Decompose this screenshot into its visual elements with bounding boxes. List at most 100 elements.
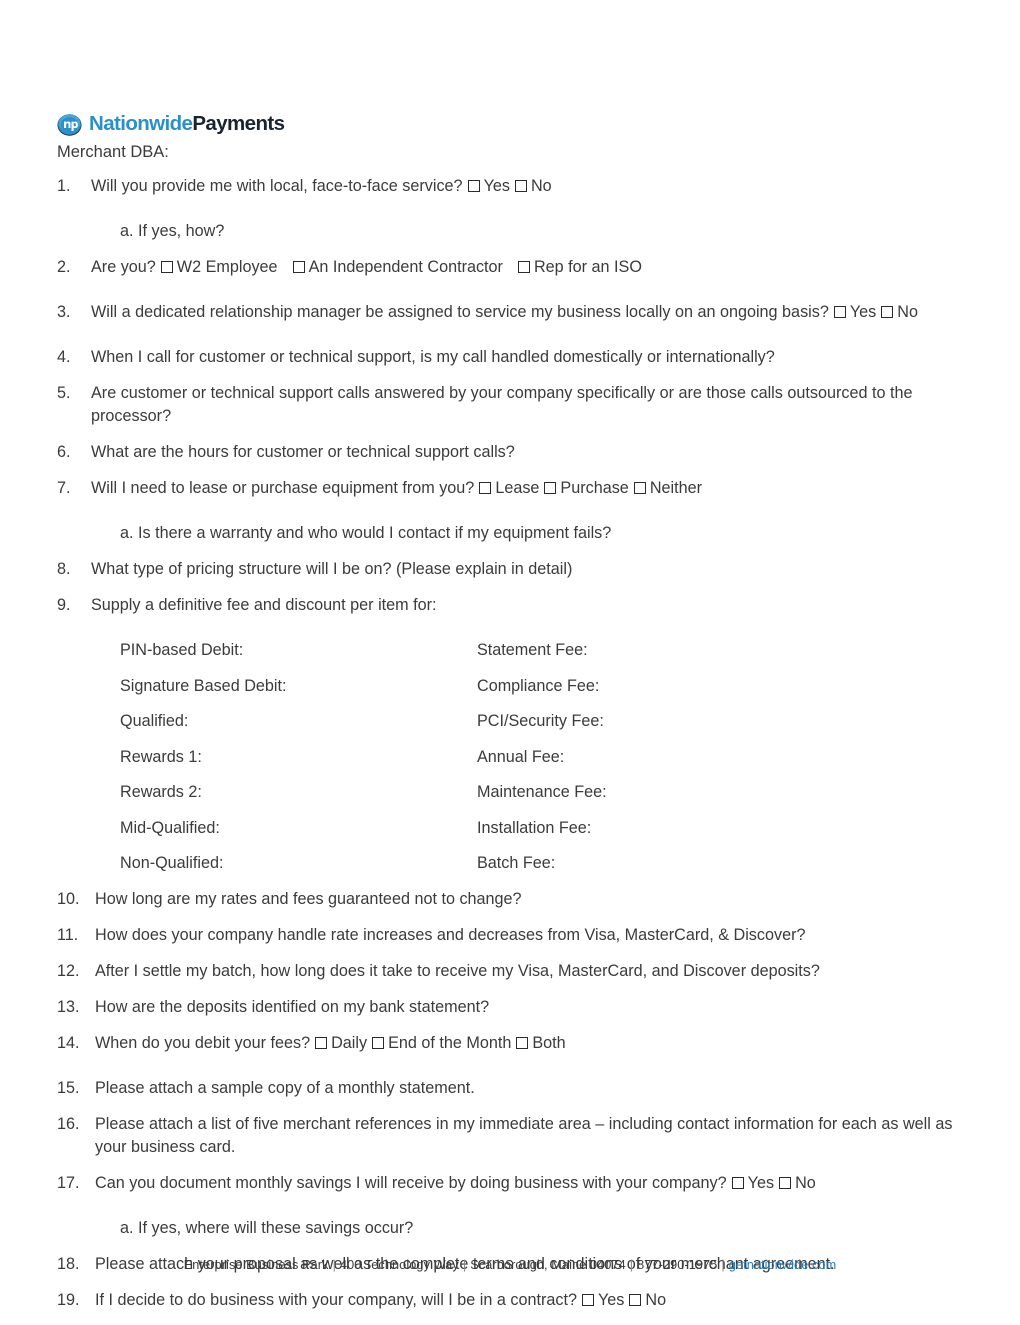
question-2: 2. Are you? W2 Employee An Independent Cont… xyxy=(57,256,962,279)
question-17a: a. If yes, where will these savings occu… xyxy=(120,1218,414,1237)
question-1-number: 1. xyxy=(57,177,71,196)
question-7a: a. Is there a warranty and who would I c… xyxy=(120,524,612,543)
question-5-text: Are customer or technical support calls … xyxy=(91,384,913,426)
checkbox-q2-w2-employee-label: W2 Employee xyxy=(176,258,278,277)
question-8-number: 8. xyxy=(57,560,71,579)
question-1: 1. Will you provide me with local, face-t… xyxy=(57,175,962,198)
question-3: 3. Will a dedicated relationship manager … xyxy=(57,301,962,324)
question-15: 15. Please attach a sample copy of a mont… xyxy=(57,1077,962,1100)
checkbox-q17-no[interactable] xyxy=(779,1176,792,1189)
question-7-text: Will I need to lease or purchase equipme… xyxy=(91,479,475,498)
question-13-number: 13. xyxy=(57,997,80,1016)
checkbox-q2-w2-employee[interactable] xyxy=(160,261,173,274)
question-11-text: How does your company handle rate increa… xyxy=(95,925,806,944)
question-14-number: 14. xyxy=(57,1033,80,1052)
question-13: 13. How are the deposits identified on my… xyxy=(57,996,962,1019)
question-15-number: 15. xyxy=(57,1078,80,1097)
checkbox-q14-daily[interactable] xyxy=(315,1036,328,1049)
question-12: 12. After I settle my batch, how long doe… xyxy=(57,960,962,983)
question-16: 16. Please attach a list of five merchant… xyxy=(57,1113,962,1159)
checkbox-q14-both[interactable] xyxy=(516,1036,529,1049)
question-3-number: 3. xyxy=(57,303,71,322)
merchant-dba-label: Merchant DBA: xyxy=(57,143,169,161)
checkbox-q3-no[interactable] xyxy=(881,306,894,319)
checkbox-q19-yes[interactable] xyxy=(581,1293,594,1306)
question-19: 19. If I decide to do business with your … xyxy=(57,1289,962,1312)
fee-schedule-table: PIN-based Debit: Statement Fee: Signatur… xyxy=(57,639,962,875)
fee-label-compliance-fee: Compliance Fee: xyxy=(477,676,600,695)
footer-phone: 877-290-1975 xyxy=(637,1258,718,1272)
checkbox-q7-neither[interactable] xyxy=(633,482,646,495)
checkbox-q7-lease-label: Lease xyxy=(495,479,540,498)
footer-website-link[interactable]: getnationwide.com xyxy=(729,1258,837,1272)
footer-separator: | xyxy=(462,1258,467,1272)
question-17: 17. Can you document monthly savings I wi… xyxy=(57,1172,962,1195)
footer-separator: | xyxy=(721,1258,725,1272)
fee-row: Rewards 1: Annual Fee: xyxy=(57,746,962,769)
footer-separator: | xyxy=(629,1258,634,1272)
question-10: 10. How long are my rates and fees guaran… xyxy=(57,888,962,911)
question-2-text: Are you? xyxy=(91,258,156,277)
question-7: 7. Will I need to lease or purchase equip… xyxy=(57,477,962,500)
checkbox-q1-yes[interactable] xyxy=(467,180,480,193)
checkbox-q19-no[interactable] xyxy=(629,1293,642,1306)
question-4-text: When I call for customer or technical su… xyxy=(91,348,775,367)
footer-separator: | xyxy=(332,1258,336,1272)
fee-label-non-qualified: Non-Qualified: xyxy=(120,854,224,873)
company-logo: NationwidePayments xyxy=(57,112,962,136)
checkbox-q7-purchase[interactable] xyxy=(544,482,557,495)
checkbox-q1-no-label: No xyxy=(530,177,552,196)
checkbox-q19-no-label: No xyxy=(645,1290,667,1309)
question-9-text: Supply a definitive fee and discount per… xyxy=(91,596,437,615)
question-12-number: 12. xyxy=(57,961,80,980)
question-9-number: 9. xyxy=(57,596,71,615)
question-1-text: Will you provide me with local, face-to-… xyxy=(91,177,463,196)
checkbox-q19-yes-label: Yes xyxy=(597,1290,625,1309)
question-4-number: 4. xyxy=(57,348,71,367)
checkbox-q2-independent-contractor-label: An Independent Contractor xyxy=(308,258,503,277)
fee-label-installation-fee: Installation Fee: xyxy=(477,818,592,837)
fee-label-pin-based-debit: PIN-based Debit: xyxy=(120,641,244,660)
question-8-text: What type of pricing structure will I be… xyxy=(91,560,573,579)
checkbox-q14-end-of-month[interactable] xyxy=(372,1036,385,1049)
fee-label-qualified: Qualified: xyxy=(120,712,189,731)
document-body: NationwidePayments Merchant DBA: 1. Will … xyxy=(57,112,962,1325)
question-19-text: If I decide to do business with your com… xyxy=(95,1290,577,1309)
checkbox-q3-yes-label: Yes xyxy=(849,303,877,322)
question-14-text: When do you debit your fees? xyxy=(95,1033,311,1052)
checkbox-q17-yes-label: Yes xyxy=(747,1173,775,1192)
fee-label-statement-fee: Statement Fee: xyxy=(477,641,588,660)
checkbox-q2-independent-contractor[interactable] xyxy=(292,261,305,274)
checkbox-q3-yes[interactable] xyxy=(833,306,846,319)
checkbox-q14-both-label: Both xyxy=(532,1033,566,1052)
fee-label-rewards-2: Rewards 2: xyxy=(120,783,202,802)
np-circle-icon xyxy=(57,113,82,136)
question-2-number: 2. xyxy=(57,258,71,277)
checkbox-q17-no-label: No xyxy=(795,1173,816,1192)
checkbox-q2-rep-for-iso[interactable] xyxy=(517,261,530,274)
checkbox-q14-end-of-month-label: End of the Month xyxy=(388,1033,512,1052)
question-7-number: 7. xyxy=(57,479,71,498)
fee-label-pci-security-fee: PCI/Security Fee: xyxy=(477,712,604,731)
footer-street: 400 Technology Way xyxy=(339,1258,459,1272)
checkbox-q7-lease[interactable] xyxy=(479,482,492,495)
question-19-number: 19. xyxy=(57,1290,80,1309)
question-10-number: 10. xyxy=(57,889,80,908)
question-17-number: 17. xyxy=(57,1173,80,1192)
checkbox-q1-no[interactable] xyxy=(514,180,527,193)
question-16-text: Please attach a list of five merchant re… xyxy=(95,1114,953,1156)
logo-word-secondary: Payments xyxy=(192,111,285,135)
question-6-text: What are the hours for customer or techn… xyxy=(91,443,515,462)
checkbox-q17-yes[interactable] xyxy=(731,1176,744,1189)
checkbox-q3-no-label: No xyxy=(897,303,918,322)
question-4: 4. When I call for customer or technical … xyxy=(57,346,962,369)
footer-city-state-zip: Scarborough, Maine 04074 xyxy=(470,1258,626,1272)
footer-business-park: Enterprise Business Park xyxy=(183,1258,329,1272)
fee-label-signature-based-debit: Signature Based Debit: xyxy=(120,676,287,695)
fee-row: Signature Based Debit: Compliance Fee: xyxy=(57,675,962,698)
question-3-text: Will a dedicated relationship manager be… xyxy=(91,303,829,322)
